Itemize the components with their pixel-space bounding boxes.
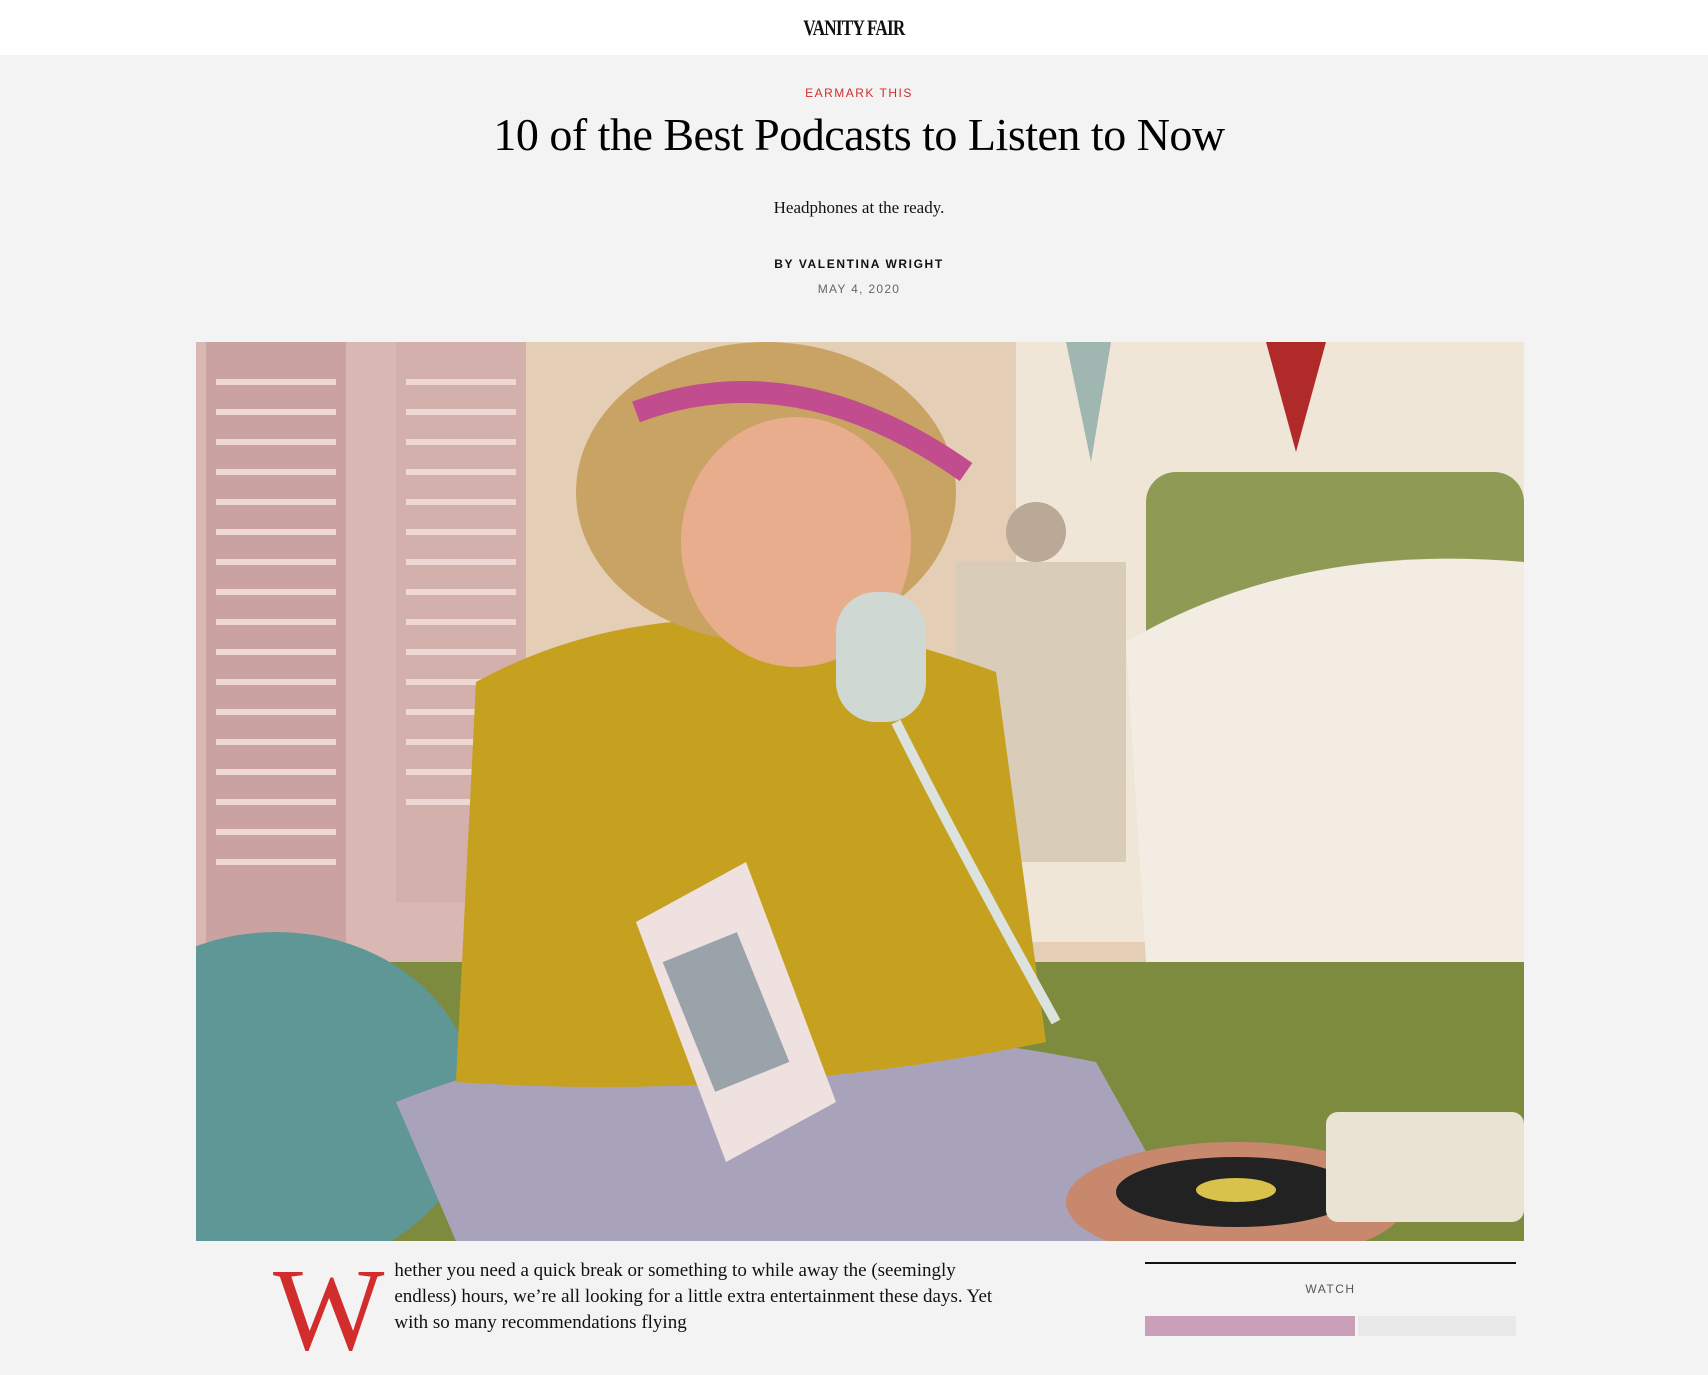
hero-illustration [196, 342, 1524, 1241]
hero-image [196, 342, 1524, 1241]
author-link[interactable]: VALENTINA WRIGHT [799, 257, 944, 271]
video-thumbnail-panel [1358, 1316, 1516, 1336]
article-rubric[interactable]: EARMARK THIS [0, 86, 1708, 100]
article-dek: Headphones at the ready. [773, 198, 945, 217]
video-thumbnail[interactable] [1145, 1316, 1516, 1336]
article-body: W hether you need a quick break or somet… [273, 1244, 993, 1375]
site-header: VANITY FAIR [0, 0, 1708, 55]
drop-cap: W [273, 1244, 385, 1375]
watch-sidebar: WATCH [1145, 1262, 1516, 1336]
byline-prefix: BY [774, 257, 794, 271]
watch-label: WATCH [1305, 1282, 1356, 1296]
video-thumbnail-image[interactable] [1145, 1316, 1355, 1336]
publish-date: MAY 4, 2020 [817, 282, 901, 296]
sidebar-divider [1145, 1262, 1516, 1264]
article-paragraph: hether you need a quick break or somethi… [394, 1260, 993, 1333]
article-headline: 10 of the Best Podcasts to Listen to Now [493, 109, 1225, 160]
byline: BY VALENTINA WRIGHT [0, 257, 1708, 271]
vanity-fair-logo[interactable]: VANITY FAIR [803, 15, 905, 41]
